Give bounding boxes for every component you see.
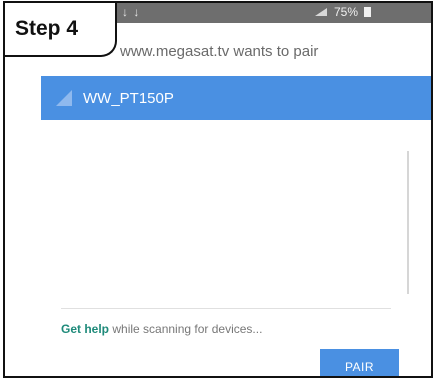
status-notification-icons: ↓ ↓ — [122, 5, 141, 19]
dialog-title: www.megasat.tv wants to pair — [120, 43, 319, 60]
help-text: while scanning for devices... — [109, 322, 263, 336]
signal-icon — [314, 8, 327, 16]
signal-strength-icon — [56, 90, 72, 106]
divider — [61, 308, 391, 309]
device-list-item-selected[interactable]: WW_PT150P — [41, 76, 431, 120]
help-line: Get help while scanning for devices... — [61, 322, 262, 336]
step-label: Step 4 — [15, 17, 79, 40]
battery-percentage: 75% — [333, 5, 358, 19]
battery-icon — [364, 7, 371, 17]
get-help-link[interactable]: Get help — [61, 322, 109, 336]
step-label-tab: Step 4 — [5, 3, 117, 57]
device-name: WW_PT150P — [83, 89, 174, 107]
scroll-indicator[interactable] — [407, 151, 409, 294]
screenshot-frame: ↓ ↓ 75% Step 4 www.megasat.tv wants to p… — [3, 1, 433, 378]
pair-button[interactable]: PAIR — [320, 349, 399, 376]
status-right-group: 75% — [314, 5, 371, 19]
